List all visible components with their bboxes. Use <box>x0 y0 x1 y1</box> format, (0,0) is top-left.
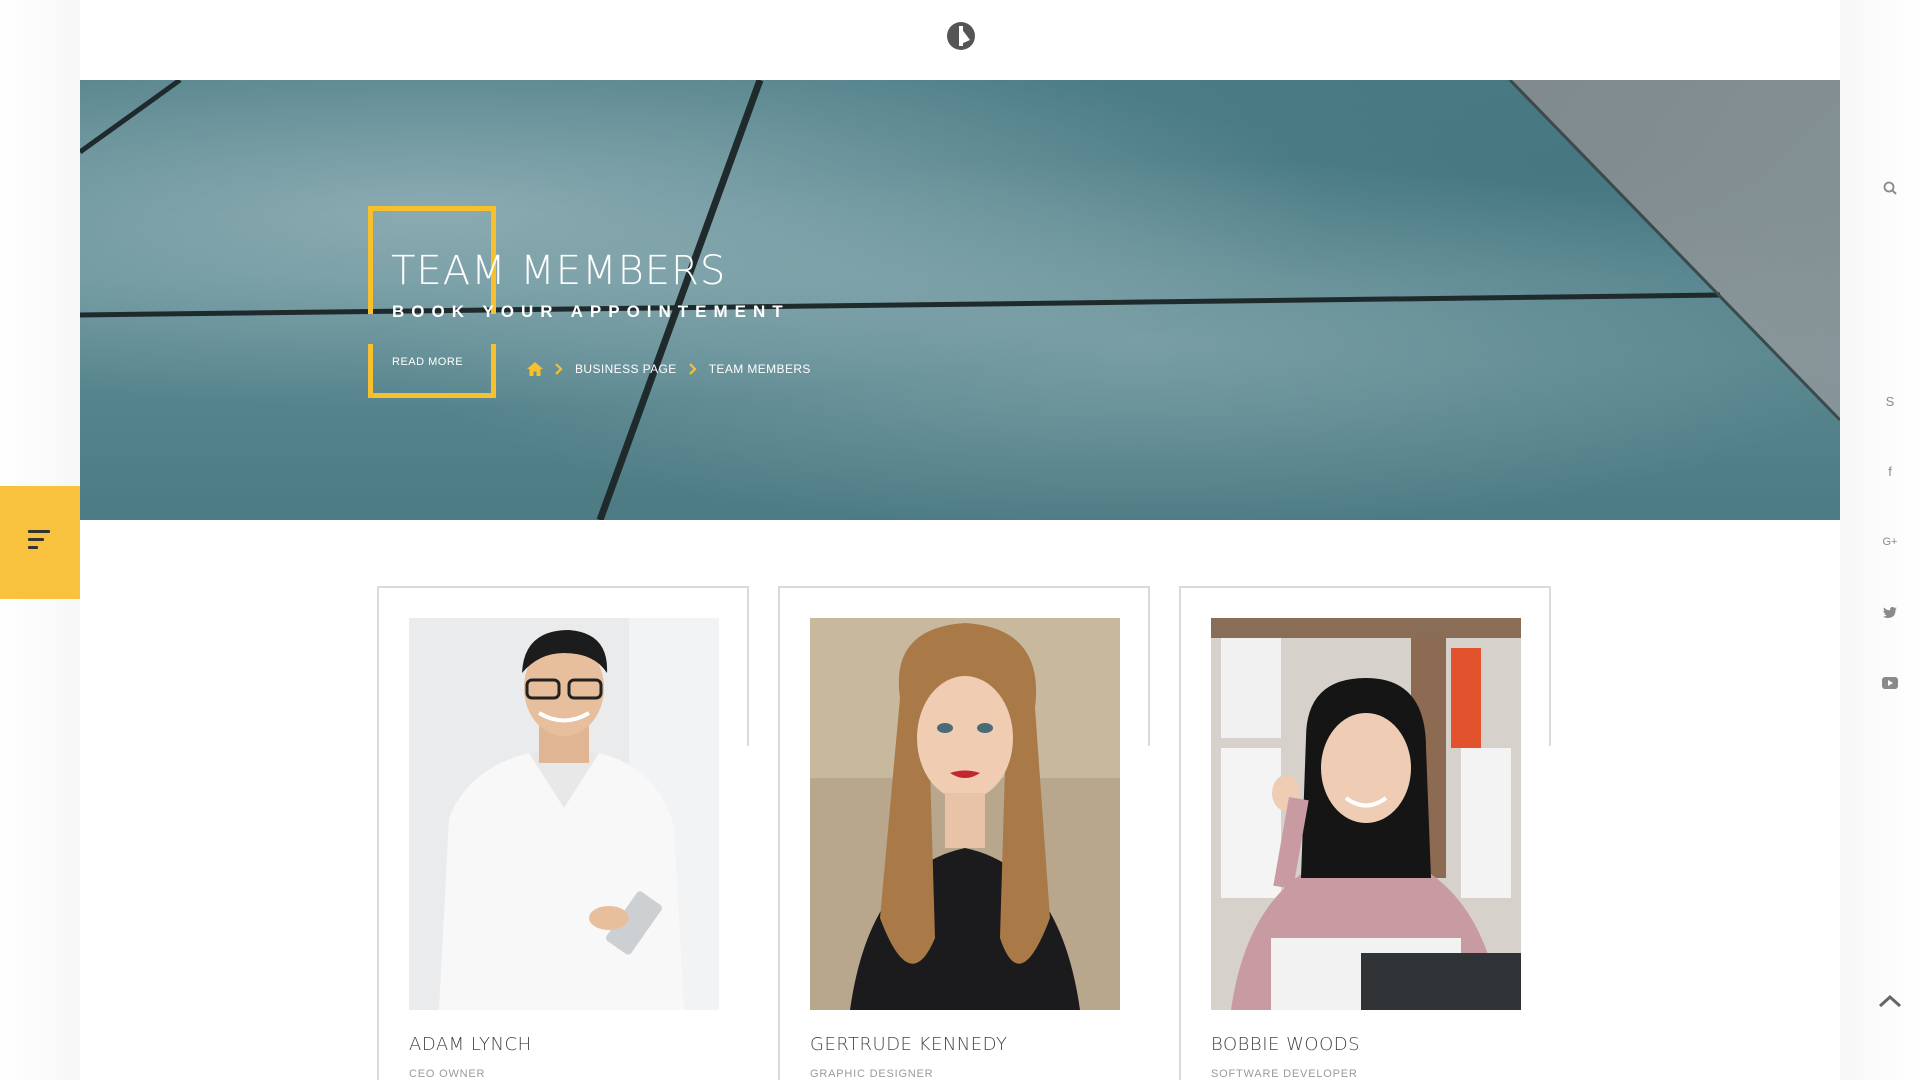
facebook-icon[interactable]: f <box>1880 462 1900 482</box>
chevron-right-icon <box>555 363 563 375</box>
team-member-role: SOFTWARE DEVELOPER <box>1211 1068 1358 1080</box>
breadcrumb-item-team-members: TEAM MEMBERS <box>708 362 811 376</box>
hero-background <box>80 80 1840 520</box>
team-member-name[interactable]: ADAM LYNCH <box>409 1034 532 1055</box>
team-member-photo[interactable] <box>409 618 719 1010</box>
home-icon[interactable] <box>527 362 543 376</box>
twitter-icon[interactable] <box>1880 603 1900 623</box>
menu-toggle-button[interactable] <box>0 486 80 599</box>
search-icon[interactable] <box>1880 178 1900 198</box>
menu-bar <box>28 546 38 549</box>
breadcrumb-item-business-page[interactable]: BUSINESS PAGE <box>575 362 677 376</box>
read-more-link[interactable]: READ MORE <box>392 356 463 368</box>
team-card[interactable]: GERTRUDE KENNEDY GRAPHIC DESIGNER <box>778 586 1150 1080</box>
youtube-icon[interactable] <box>1880 673 1900 693</box>
team-member-name[interactable]: BOBBIE WOODS <box>1211 1034 1360 1055</box>
page-subtitle: BOOK YOUR APPOINTEMENT <box>392 302 790 321</box>
team-member-photo[interactable] <box>810 618 1120 1010</box>
scroll-to-top-button[interactable] <box>1876 992 1904 1012</box>
hero-banner: TEAM MEMBERS BOOK YOUR APPOINTEMENT READ… <box>80 80 1840 520</box>
card-frame-side <box>778 746 780 1080</box>
team-member-name[interactable]: GERTRUDE KENNEDY <box>810 1034 1008 1055</box>
menu-bar <box>28 530 50 533</box>
card-frame-side <box>1179 746 1181 1080</box>
chevron-right-icon <box>688 363 697 375</box>
team-member-role: GRAPHIC DESIGNER <box>810 1068 934 1080</box>
header <box>80 0 1840 80</box>
page-title: TEAM MEMBERS <box>391 248 727 294</box>
breadcrumb: BUSINESS PAGE TEAM MEMBERS <box>527 362 811 376</box>
page: TEAM MEMBERS BOOK YOUR APPOINTEMENT READ… <box>80 0 1840 1080</box>
title-frame-bottom <box>368 344 496 398</box>
team-card[interactable]: BOBBIE WOODS SOFTWARE DEVELOPER <box>1179 586 1551 1080</box>
logo-icon[interactable] <box>945 20 977 52</box>
menu-bar <box>28 538 44 541</box>
team-member-role: CEO OWNER <box>409 1068 486 1080</box>
skype-icon[interactable]: S <box>1880 392 1900 412</box>
team-card[interactable]: ADAM LYNCH CEO OWNER <box>377 586 749 1080</box>
team-member-photo[interactable] <box>1211 618 1521 1010</box>
google-plus-icon[interactable]: G+ <box>1880 532 1900 552</box>
card-frame-side <box>377 746 379 1080</box>
